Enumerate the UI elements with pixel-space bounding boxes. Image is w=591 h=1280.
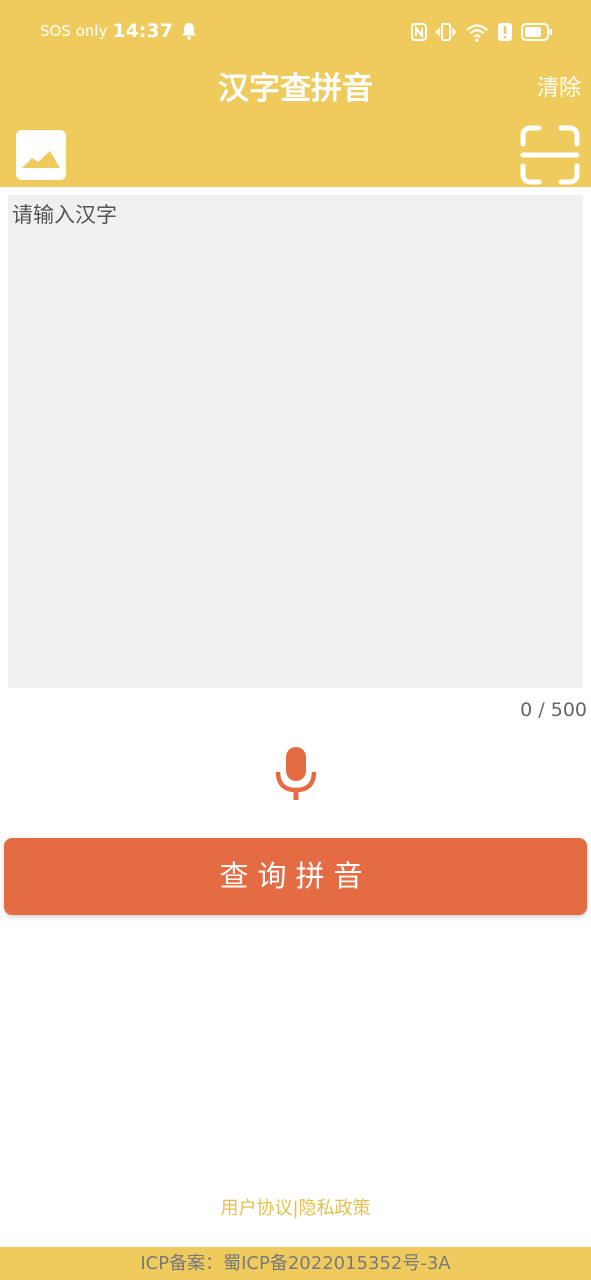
nfc-icon	[411, 23, 427, 41]
page-title: 汉字查拼音	[218, 71, 373, 107]
bell-icon	[181, 23, 196, 40]
icp-record: ICP备案：蜀ICP备2022015352号-3A	[0, 1247, 591, 1280]
wifi-icon	[466, 24, 488, 42]
image-icon[interactable]	[16, 130, 66, 180]
query-pinyin-button[interactable]: 查询拼音	[4, 838, 587, 915]
char-counter: 0 / 500	[520, 699, 587, 721]
sos-status: SOS only	[40, 22, 108, 40]
battery-icon	[521, 23, 552, 41]
scan-icon[interactable]	[520, 125, 580, 185]
status-bar: SOS only 14:37	[0, 0, 591, 66]
microphone-icon[interactable]	[274, 745, 318, 801]
clear-button[interactable]: 清除	[537, 72, 581, 106]
footer-links[interactable]: 用户协议|隐私政策	[0, 1196, 591, 1222]
app-header: SOS only 14:37 汉字查拼音 清除	[0, 0, 591, 187]
clock: 14:37	[112, 20, 173, 42]
input-placeholder: 请输入汉字	[12, 203, 117, 227]
vibrate-icon	[436, 23, 456, 41]
chinese-text-input[interactable]: 请输入汉字	[8, 195, 583, 688]
alert-icon	[498, 23, 512, 41]
